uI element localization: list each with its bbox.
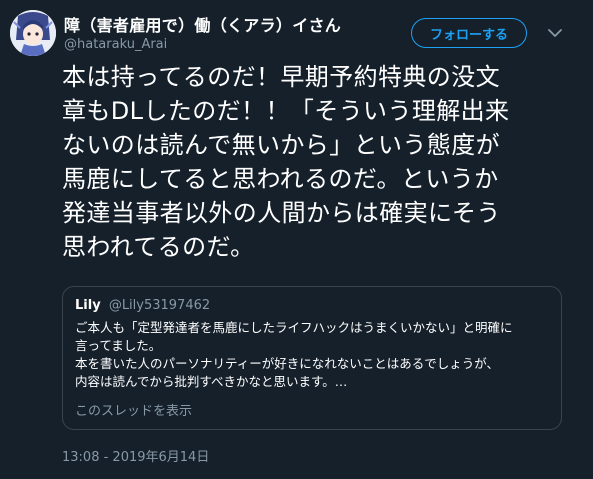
tweet-text: 本は持ってるのだ！早期予約特典の没文 章もDLしたのだ！！「そういう理解出来 な…	[62, 60, 562, 264]
quoted-tweet-header: Lily @Lily53197462	[75, 298, 210, 313]
quoted-text-line: 言ってました。	[75, 338, 162, 353]
author-handle[interactable]: @hataraku_Arai	[64, 37, 167, 52]
tweet-header: 障（害者雇用で）働（くアラ）イさん @hataraku_Arai フォローする	[0, 0, 593, 64]
quoted-author-name: Lily	[75, 298, 101, 313]
tweet-timestamp[interactable]: 13:08 - 2019年6月14日	[62, 446, 209, 465]
tweet-text-line: 馬鹿にしてると思われるのだ。というか	[62, 165, 499, 193]
tweet-text-line: 本は持ってるのだ！早期予約特典の没文	[62, 63, 500, 91]
quoted-author-handle: @Lily53197462	[108, 298, 211, 313]
avatar-image	[10, 10, 56, 56]
follow-button[interactable]: フォローする	[411, 18, 527, 48]
quoted-tweet[interactable]: Lily @Lily53197462 ご本人も「定型発達者を馬鹿にしたライフハッ…	[62, 286, 562, 430]
chevron-down-icon[interactable]	[546, 24, 564, 42]
tweet-text-line: 発達当事者以外の人間からは確実にそう	[62, 199, 501, 227]
tweet-text-line: 章もDLしたのだ！！「そういう理解出来	[62, 97, 510, 125]
author-display-name[interactable]: 障（害者雇用で）働（くアラ）イさん	[64, 12, 341, 36]
tweet-text-line: ないのは読んで無いから」という態度が	[62, 131, 500, 159]
quoted-text-line: 内容は読んでから批判すべきかなと思います。…	[75, 374, 348, 389]
avatar[interactable]	[10, 10, 56, 56]
show-thread-link[interactable]: このスレッドを表示	[75, 400, 192, 419]
quoted-text-line: ご本人も「定型発達者を馬鹿にしたライフハックはうまくいかない」と明確に	[75, 320, 513, 335]
quoted-text-line: 本を書いた人のパーソナリティーが好きになれないことはあるでしょうが、	[75, 356, 500, 371]
tweet-text-line: 思われてるのだ。	[62, 233, 255, 261]
quoted-tweet-text: ご本人も「定型発達者を馬鹿にしたライフハックはうまくいかない」と明確に 言ってま…	[75, 319, 555, 391]
